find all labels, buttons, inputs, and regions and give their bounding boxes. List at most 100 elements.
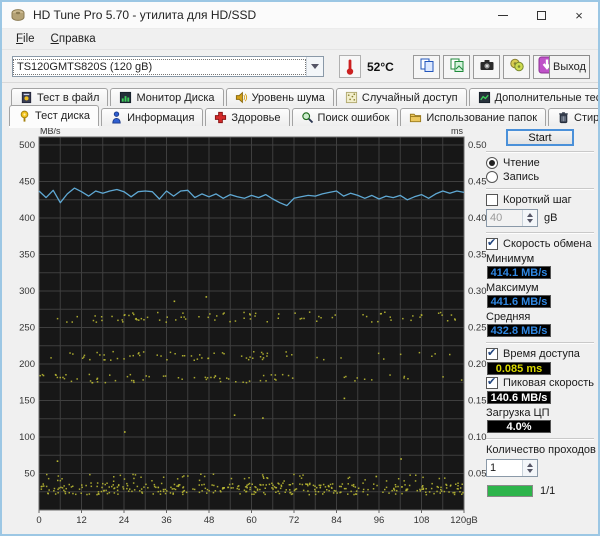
access-time-value: 0.085 ms bbox=[487, 362, 551, 375]
checkbox-icon bbox=[486, 377, 498, 389]
menu-item-help[interactable]: Справка bbox=[43, 31, 104, 47]
window-title: HD Tune Pro 5.70 - утилита для HD/SSD bbox=[33, 8, 257, 22]
svg-text:120gB: 120gB bbox=[450, 515, 477, 526]
minimize-button[interactable] bbox=[484, 2, 522, 28]
spinner-arrows-icon[interactable] bbox=[522, 210, 537, 226]
copy-clipboard-button[interactable] bbox=[413, 55, 440, 79]
transfer-rate-checkbox[interactable]: Скорость обмена bbox=[486, 238, 596, 250]
health-icon bbox=[214, 111, 227, 124]
svg-text:100: 100 bbox=[19, 432, 35, 443]
tab-информация[interactable]: Информация bbox=[101, 108, 204, 126]
svg-text:200: 200 bbox=[19, 359, 35, 370]
read-radio[interactable]: Чтение bbox=[486, 157, 596, 169]
temperature-value: 52°C bbox=[367, 60, 394, 74]
file-test-icon bbox=[20, 91, 33, 104]
info-icon bbox=[110, 111, 123, 124]
maximize-button[interactable] bbox=[522, 2, 560, 28]
menu-item-file[interactable]: File bbox=[8, 31, 43, 47]
tab-здоровье[interactable]: Здоровье bbox=[205, 108, 290, 126]
average-label: Средняя bbox=[486, 311, 531, 323]
maximum-label: Максимум bbox=[486, 282, 539, 294]
checkbox-icon bbox=[486, 348, 498, 360]
drive-select-value: TS120GMTS820S (120 gB) bbox=[13, 58, 306, 75]
random-access-icon bbox=[345, 91, 358, 104]
tab-поиск-ошибок[interactable]: Поиск ошибок bbox=[291, 108, 399, 126]
close-button[interactable]: × bbox=[560, 2, 598, 28]
start-button[interactable]: Start bbox=[506, 129, 574, 146]
title-bar: HD Tune Pro 5.70 - утилита для HD/SSD × bbox=[2, 2, 598, 29]
toolbar: TS120GMTS820S (120 gB) 52°C Выход bbox=[2, 50, 598, 83]
svg-text:350: 350 bbox=[19, 250, 35, 261]
minimum-value: 414.1 MB/s bbox=[487, 266, 551, 279]
control-panel: Start Чтение Запись Короткий шаг 40 gB ✔… bbox=[484, 126, 596, 497]
access-time-label: Время доступа bbox=[503, 348, 580, 360]
stride-size-spinner[interactable]: 40 bbox=[486, 209, 538, 227]
tab-уровень-шума[interactable]: Уровень шума bbox=[225, 88, 334, 106]
menu-bar: File Справка bbox=[2, 29, 598, 50]
tab-strip: Тест в файл Монитор Диска Уровень шума Случ… bbox=[2, 83, 598, 126]
svg-text:12: 12 bbox=[76, 515, 87, 526]
tab-тест-в-файл[interactable]: Тест в файл bbox=[11, 88, 109, 106]
app-icon bbox=[10, 7, 26, 23]
svg-text:MB/s: MB/s bbox=[40, 126, 61, 136]
transfer-rate-label: Скорость обмена bbox=[503, 238, 592, 250]
extra-tests-icon bbox=[478, 91, 491, 104]
burst-rate-checkbox[interactable]: Пиковая скорость bbox=[486, 377, 596, 389]
chevron-down-icon[interactable] bbox=[306, 57, 323, 76]
access-time-checkbox[interactable]: Время доступа bbox=[486, 348, 596, 360]
divider bbox=[486, 232, 594, 234]
exit-button[interactable]: Выход bbox=[549, 55, 590, 79]
divider bbox=[486, 342, 594, 344]
app-window: HD Tune Pro 5.70 - утилита для HD/SSD × … bbox=[0, 0, 600, 536]
divider bbox=[486, 188, 594, 190]
camera-icon bbox=[479, 57, 495, 78]
checkbox-icon bbox=[486, 238, 498, 250]
benchmark-chart: 50100150200250300350400450500MB/s0.050.1… bbox=[19, 126, 486, 526]
maximum-value: 441.6 MB/s bbox=[487, 295, 551, 308]
svg-text:500: 500 bbox=[19, 140, 35, 151]
svg-text:450: 450 bbox=[19, 177, 35, 188]
short-stride-checkbox[interactable]: Короткий шаг bbox=[486, 194, 596, 206]
folder-icon bbox=[409, 111, 422, 124]
stride-size-value: 40 bbox=[490, 212, 503, 224]
short-stride-label: Короткий шаг bbox=[503, 194, 572, 206]
save-button[interactable] bbox=[503, 55, 530, 79]
copy-pages-icon bbox=[419, 57, 435, 78]
tab-row-1: Тест в файл Монитор Диска Уровень шума Случ… bbox=[2, 86, 598, 106]
svg-text:72: 72 bbox=[289, 515, 300, 526]
tab-монитор-диска[interactable]: Монитор Диска bbox=[110, 88, 224, 106]
spinner-arrows-icon[interactable] bbox=[522, 460, 537, 476]
svg-text:300: 300 bbox=[19, 286, 35, 297]
pass-count-spinner[interactable]: 1 bbox=[486, 459, 538, 477]
divider bbox=[486, 438, 594, 440]
write-radio[interactable]: Запись bbox=[486, 171, 596, 183]
svg-text:96: 96 bbox=[374, 515, 385, 526]
progress-label: 1/1 bbox=[540, 485, 556, 497]
radio-icon bbox=[486, 171, 498, 183]
stride-unit-label: gB bbox=[544, 212, 558, 224]
tab-использование-папок[interactable]: Использование папок bbox=[400, 108, 547, 126]
divider bbox=[486, 151, 594, 153]
toolbar-buttons bbox=[413, 55, 560, 79]
noise-icon bbox=[235, 91, 248, 104]
svg-text:108: 108 bbox=[414, 515, 430, 526]
search-icon bbox=[301, 111, 314, 124]
cpu-usage-value: 4.0% bbox=[487, 420, 551, 433]
svg-text:0: 0 bbox=[36, 515, 41, 526]
svg-text:48: 48 bbox=[204, 515, 215, 526]
cpu-usage-label: Загрузка ЦП bbox=[486, 407, 550, 419]
svg-text:84: 84 bbox=[331, 515, 342, 526]
tab-дополнительные-тесты[interactable]: Дополнительные тесты bbox=[468, 88, 598, 106]
screenshot-button[interactable] bbox=[473, 55, 500, 79]
copy-image-icon bbox=[449, 57, 465, 78]
average-value: 432.8 MB/s bbox=[487, 324, 551, 337]
tab-тест-диска[interactable]: Тест диска bbox=[9, 105, 100, 126]
trash-icon bbox=[557, 111, 570, 124]
tab-row-2: Тест диска Информация Здоровье Поиск ошибок… bbox=[2, 105, 598, 126]
read-radio-label: Чтение bbox=[503, 157, 540, 169]
copy-image-button[interactable] bbox=[443, 55, 470, 79]
write-radio-label: Запись bbox=[503, 171, 540, 183]
tab-стирание[interactable]: Стирание bbox=[548, 108, 598, 126]
drive-select[interactable]: TS120GMTS820S (120 gB) bbox=[12, 56, 324, 77]
tab-случайный-доступ[interactable]: Случайный доступ bbox=[335, 88, 467, 106]
